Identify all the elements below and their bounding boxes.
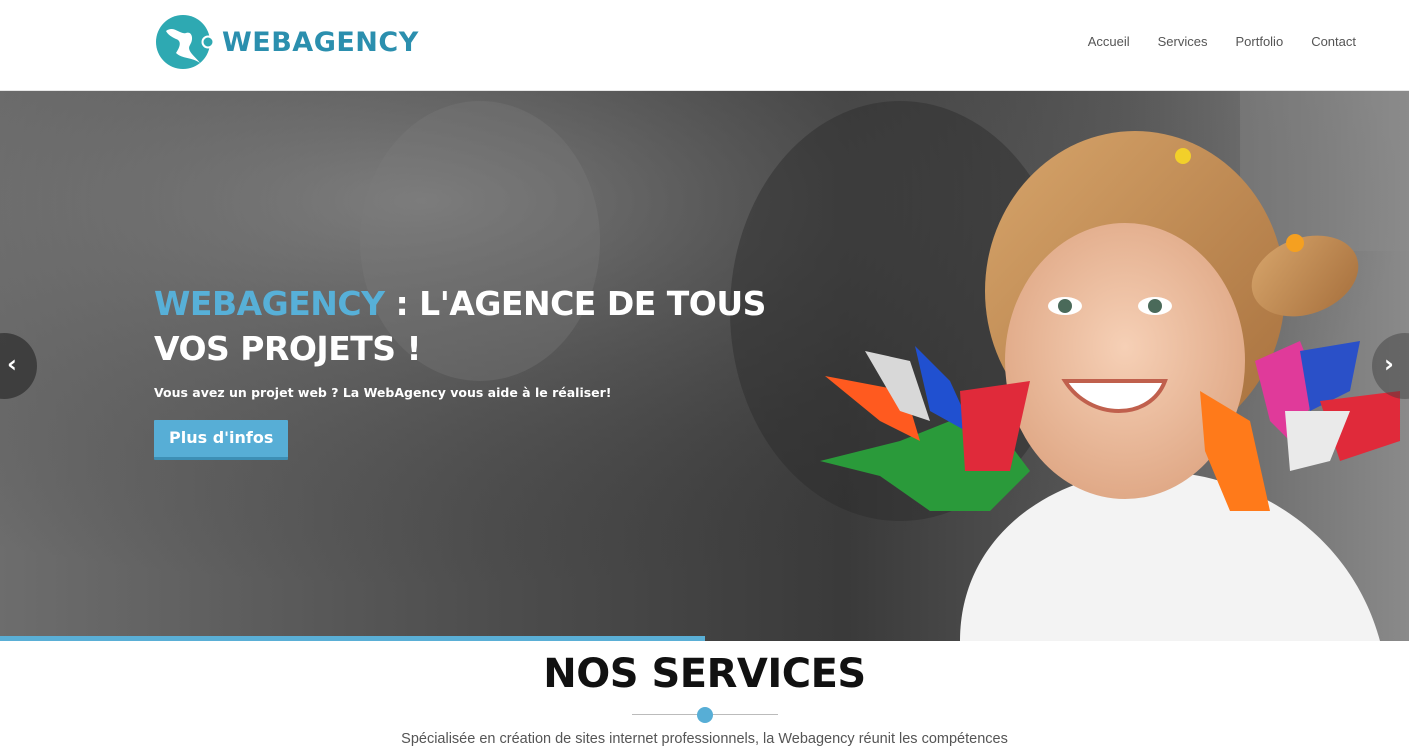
nav-item-accueil[interactable]: Accueil	[1088, 34, 1130, 49]
nav-item-contact[interactable]: Contact	[1311, 34, 1356, 49]
hero-content: WEBAGENCY : L'AGENCE DE TOUS VOS PROJETS…	[154, 281, 774, 460]
site-header: WEBAGENCY Accueil Services Portfolio Con…	[0, 0, 1409, 91]
section-divider	[631, 705, 778, 725]
hero-slider: WEBAGENCY : L'AGENCE DE TOUS VOS PROJETS…	[0, 91, 1409, 641]
more-info-button[interactable]: Plus d'infos	[154, 420, 289, 460]
nav-item-portfolio[interactable]: Portfolio	[1235, 34, 1283, 49]
services-title: NOS SERVICES	[543, 651, 866, 697]
logo-text: WEBAGENCY	[222, 26, 419, 58]
chevron-right-icon: ›	[1384, 350, 1394, 378]
hero-title-line2: VOS PROJETS !	[154, 329, 422, 368]
logo-icon	[156, 15, 214, 69]
main-nav: Accueil Services Portfolio Contact	[1088, 34, 1356, 49]
hero-title-accent: WEBAGENCY	[154, 284, 385, 323]
services-section: NOS SERVICES Spécialisée en création de …	[0, 641, 1409, 755]
nav-item-services[interactable]: Services	[1158, 34, 1208, 49]
chevron-left-icon: ‹	[7, 350, 17, 378]
hero-title-rest: : L'AGENCE DE TOUS	[384, 284, 766, 323]
logo[interactable]: WEBAGENCY	[156, 13, 419, 71]
hero-subtitle: Vous avez un projet web ? La WebAgency v…	[154, 385, 612, 400]
divider-dot	[696, 707, 713, 723]
services-description: Spécialisée en création de sites interne…	[401, 731, 1008, 747]
hero-title: WEBAGENCY : L'AGENCE DE TOUS VOS PROJETS…	[154, 281, 774, 371]
